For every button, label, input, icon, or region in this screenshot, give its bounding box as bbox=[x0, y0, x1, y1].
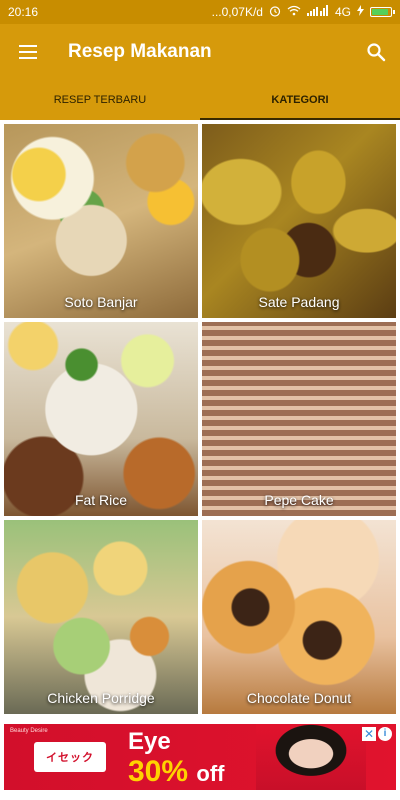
status-time: 20:16 bbox=[8, 5, 39, 19]
ad-offer-word: off bbox=[196, 761, 225, 786]
ad-close-icon[interactable]: ✕ bbox=[362, 727, 376, 741]
category-card-pepe-cake[interactable]: Pepe Cake bbox=[202, 322, 396, 516]
category-card-soto-banjar[interactable]: Soto Banjar bbox=[4, 124, 198, 318]
ad-brand: Beauty Desire bbox=[10, 728, 48, 734]
hamburger-menu-icon[interactable] bbox=[0, 24, 56, 80]
charging-icon bbox=[357, 5, 364, 19]
category-label: Pepe Cake bbox=[264, 492, 334, 508]
food-image bbox=[202, 124, 396, 318]
tab-resep-terbaru[interactable]: RESEP TERBARU bbox=[0, 80, 200, 120]
network-speed: ...0,07K/d bbox=[211, 5, 263, 19]
wifi-icon bbox=[287, 5, 301, 19]
ad-headline: Eye bbox=[128, 728, 171, 755]
tab-bar: RESEP TERBARU KATEGORI bbox=[0, 80, 400, 120]
category-label: Chicken Porridge bbox=[47, 690, 155, 706]
food-image bbox=[4, 124, 198, 318]
category-card-chicken-porridge[interactable]: Chicken Porridge bbox=[4, 520, 198, 714]
food-image bbox=[4, 322, 198, 516]
food-image bbox=[4, 520, 198, 714]
app-bar: Resep Makanan bbox=[0, 24, 400, 80]
category-label: Fat Rice bbox=[74, 492, 128, 508]
category-card-fat-rice[interactable]: Fat Rice bbox=[4, 322, 198, 516]
signal-icon bbox=[306, 5, 329, 19]
ad-logo: イセック bbox=[34, 742, 106, 772]
category-label: Soto Banjar bbox=[64, 294, 138, 310]
ad-info-icon[interactable]: i bbox=[378, 727, 392, 741]
ad-model-image bbox=[256, 724, 366, 790]
category-card-sate-padang[interactable]: Sate Padang bbox=[202, 124, 396, 318]
category-card-chocolate-donut[interactable]: Chocolate Donut bbox=[202, 520, 396, 714]
status-icons: ...0,07K/d 4G bbox=[211, 5, 395, 20]
category-grid: Soto Banjar Sate Padang Fat Rice Pepe Ca… bbox=[4, 124, 396, 714]
ad-offer: 30% off bbox=[128, 755, 224, 789]
battery-icon bbox=[370, 7, 395, 17]
ad-banner[interactable]: Beauty Desire イセック Eye 30% off ✕ i bbox=[4, 724, 396, 790]
alarm-icon bbox=[269, 5, 281, 20]
category-label: Sate Padang bbox=[258, 294, 340, 310]
tab-kategori[interactable]: KATEGORI bbox=[200, 80, 400, 120]
app-title: Resep Makanan bbox=[68, 41, 212, 62]
search-icon[interactable] bbox=[352, 24, 400, 80]
status-bar: 20:16 ...0,07K/d 4G bbox=[0, 0, 400, 24]
food-image bbox=[202, 322, 396, 516]
network-type: 4G bbox=[334, 5, 351, 19]
food-image bbox=[202, 520, 396, 714]
ad-offer-value: 30% bbox=[128, 755, 189, 788]
category-label: Chocolate Donut bbox=[246, 690, 352, 706]
